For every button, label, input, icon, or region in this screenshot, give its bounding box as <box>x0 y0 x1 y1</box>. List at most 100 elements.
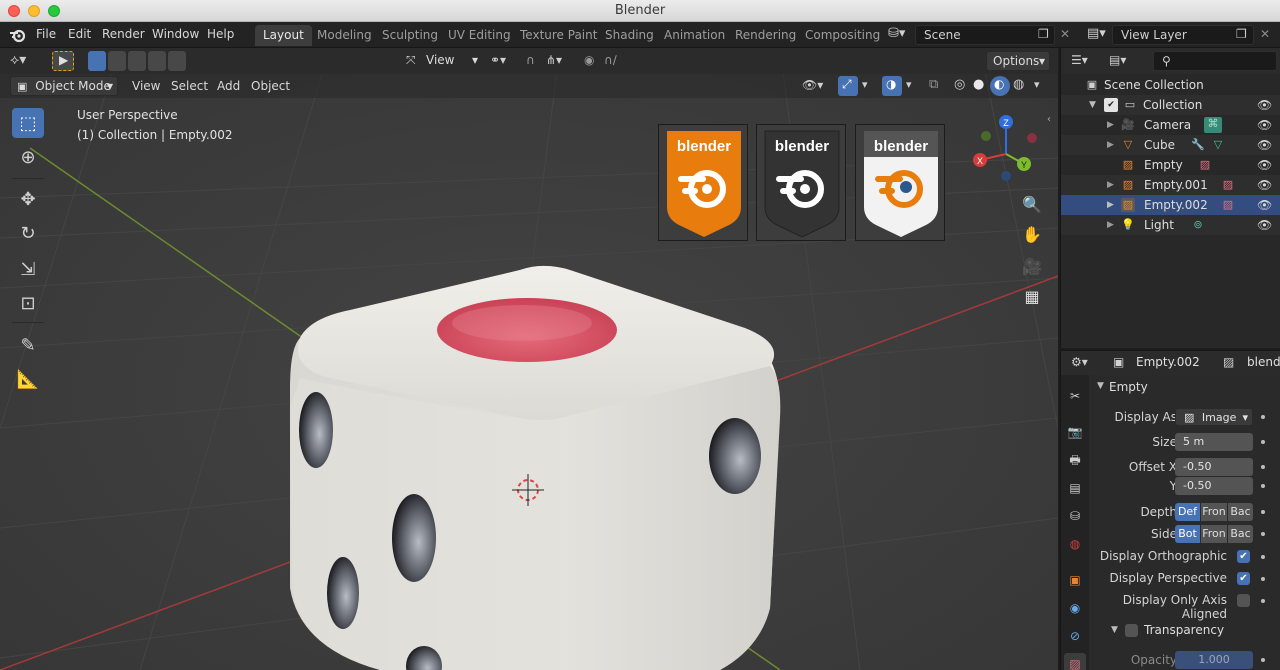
keyframe-dot-icon[interactable] <box>1261 599 1265 603</box>
blender-logo-icon[interactable] <box>9 27 27 43</box>
outliner-editor-icon[interactable]: ☰▾ <box>1071 53 1088 67</box>
outliner-item-light[interactable]: ▶ 💡 Light ⊚ 👁 <box>1061 215 1280 235</box>
image-data-icon[interactable]: ▨ <box>1221 178 1235 192</box>
depth-back-option[interactable]: Bac <box>1228 503 1253 521</box>
cursor-tool-icon[interactable]: ⊕ <box>12 142 44 172</box>
constraints-tab-icon[interactable]: ⊘ <box>1064 625 1086 647</box>
keyframe-dot-icon[interactable] <box>1261 484 1265 488</box>
menu-edit[interactable]: Edit <box>68 27 91 41</box>
keyframe-dot-icon[interactable] <box>1261 510 1265 514</box>
object-tab-icon[interactable]: ▣ <box>1064 569 1086 591</box>
tab-sculpting[interactable]: Sculpting <box>374 25 446 46</box>
select-tool-icon[interactable]: ▶ <box>52 51 74 71</box>
view-layer-icon[interactable]: ▤▾ <box>1087 26 1106 41</box>
outliner-collection[interactable]: ▼ ✔ ▭ Collection 👁 <box>1061 95 1280 115</box>
visibility-eye-icon[interactable]: 👁 <box>1257 215 1272 235</box>
select-intersect-icon[interactable] <box>168 51 186 71</box>
outliner-search-input[interactable]: ⚲ <box>1153 51 1277 71</box>
offset-x-field[interactable]: -0.50 <box>1175 458 1253 476</box>
scene-tab-icon[interactable]: ⛁ <box>1064 505 1086 527</box>
expand-arrow-icon[interactable]: ▶ <box>1107 175 1114 195</box>
options-dropdown[interactable]: Options ▾ <box>986 51 1050 71</box>
logo-card-dark[interactable]: blender <box>756 124 846 241</box>
visibility-eye-icon[interactable]: 👁 <box>1257 135 1272 155</box>
rotate-tool-icon[interactable]: ↻ <box>12 218 44 248</box>
tab-texture-paint[interactable]: Texture Paint <box>512 25 605 46</box>
outliner-item-empty[interactable]: ▨ Empty ▨ 👁 <box>1061 155 1280 175</box>
transparency-collapse-icon[interactable]: ▼ <box>1111 625 1118 635</box>
snap-icon[interactable]: ∩ <box>526 53 535 67</box>
tool-tab-icon[interactable]: ✂ <box>1064 385 1086 407</box>
outliner-item-cube[interactable]: ▶ ▽ Cube 🔧 ▽ 👁 <box>1061 135 1280 155</box>
tab-shading[interactable]: Shading <box>597 25 662 46</box>
object-mode-dropdown[interactable]: ▣ Object Mode ▾ <box>10 76 118 96</box>
render-tab-icon[interactable]: 📷 <box>1064 421 1086 443</box>
keyframe-dot-icon[interactable] <box>1261 465 1265 469</box>
logo-card-orange[interactable]: blender <box>658 124 748 241</box>
shading-material-icon[interactable]: ◐ <box>990 76 1010 96</box>
image-data-icon[interactable]: ▨ <box>1198 158 1212 172</box>
opacity-slider[interactable]: 1.000 <box>1175 651 1253 669</box>
dice-mesh[interactable] <box>290 265 781 670</box>
zoom-view-icon[interactable]: 🔍 <box>1018 190 1046 218</box>
visibility-eye-icon[interactable]: 👁 <box>1257 195 1272 215</box>
outliner-item-empty-001[interactable]: ▶ ▨ Empty.001 ▨ 👁 <box>1061 175 1280 195</box>
display-as-dropdown[interactable]: ▨ Image ▾ <box>1175 408 1253 426</box>
snap-target-icon[interactable]: ⋔▾ <box>546 53 562 67</box>
view-orientation-dropdown[interactable]: View ▾ <box>420 51 482 71</box>
overlay-toggle-icon[interactable]: ◑ <box>882 76 902 96</box>
mesh-data-icon[interactable]: ▽ <box>1211 138 1225 152</box>
modifier-wrench-icon[interactable]: 🔧 <box>1191 138 1205 152</box>
shading-rendered-icon[interactable]: ◍ <box>1013 77 1024 92</box>
view-layer-field[interactable]: View Layer <box>1112 25 1254 45</box>
display-orthographic-checkbox[interactable]: ✔ <box>1237 550 1250 563</box>
menu-view[interactable]: View <box>132 79 160 93</box>
scale-tool-icon[interactable]: ⇲ <box>12 254 44 284</box>
expand-arrow-icon[interactable]: ▶ <box>1107 135 1114 155</box>
tab-compositing[interactable]: Compositing <box>797 25 888 46</box>
outliner-display-mode-icon[interactable]: ▤▾ <box>1109 53 1126 67</box>
display-perspective-checkbox[interactable]: ✔ <box>1237 572 1250 585</box>
move-tool-icon[interactable]: ✥ <box>12 184 44 214</box>
image-data-icon[interactable]: ▨ <box>1221 198 1235 212</box>
output-tab-icon[interactable]: 🖶 <box>1064 449 1086 471</box>
expand-arrow-icon[interactable]: ▼ <box>1089 95 1096 115</box>
keyframe-dot-icon[interactable] <box>1261 658 1265 662</box>
xray-icon[interactable]: ⧉ <box>929 77 938 92</box>
checkbox-icon[interactable]: ✔ <box>1104 98 1118 112</box>
transform-tool-icon[interactable]: ⊡ <box>12 288 44 318</box>
remove-view-layer-icon[interactable]: ✕ <box>1260 27 1270 41</box>
select-subtract-icon[interactable] <box>128 51 146 71</box>
transparency-checkbox[interactable] <box>1125 624 1138 637</box>
size-field[interactable]: 5 m <box>1175 433 1253 451</box>
keyframe-dot-icon[interactable] <box>1261 577 1265 581</box>
keyframe-dot-icon[interactable] <box>1261 440 1265 444</box>
depth-front-option[interactable]: Fron <box>1201 503 1227 521</box>
keyframe-dot-icon[interactable] <box>1261 532 1265 536</box>
new-scene-icon[interactable]: ❐ <box>1038 27 1049 41</box>
menu-add[interactable]: Add <box>217 79 240 93</box>
menu-help[interactable]: Help <box>207 27 234 41</box>
outliner-scene-collection[interactable]: ▣ Scene Collection <box>1061 75 1280 95</box>
tab-modeling[interactable]: Modeling <box>309 25 380 46</box>
navigation-gizmo[interactable]: Z Y X <box>966 114 1046 186</box>
select-box-tool-icon[interactable]: ⬚ <box>12 108 44 138</box>
falloff-icon[interactable]: ∩∕ <box>604 53 617 67</box>
tab-animation[interactable]: Animation <box>656 25 733 46</box>
select-extend-icon[interactable] <box>108 51 126 71</box>
visibility-eye-icon[interactable]: 👁 <box>1257 115 1272 135</box>
offset-y-field[interactable]: -0.50 <box>1175 477 1253 495</box>
panel-collapse-icon[interactable]: ▼ <box>1097 381 1104 391</box>
expand-arrow-icon[interactable]: ▶ <box>1107 115 1114 135</box>
remove-scene-icon[interactable]: ✕ <box>1060 27 1070 41</box>
visibility-eye-icon[interactable]: 👁 <box>1257 95 1272 115</box>
gizmo-dropdown-icon[interactable]: ▾ <box>862 78 868 91</box>
light-data-icon[interactable]: ⊚ <box>1191 218 1205 232</box>
visibility-eye-icon[interactable]: 👁 <box>1257 175 1272 195</box>
expand-arrow-icon[interactable]: ▶ <box>1107 195 1114 215</box>
data-tab-icon[interactable]: ▨ <box>1064 653 1086 670</box>
expand-arrow-icon[interactable]: ▶ <box>1107 215 1114 235</box>
keyframe-dot-icon[interactable] <box>1261 415 1265 419</box>
display-axis-aligned-checkbox[interactable] <box>1237 594 1250 607</box>
physics-tab-icon[interactable]: ◉ <box>1064 597 1086 619</box>
